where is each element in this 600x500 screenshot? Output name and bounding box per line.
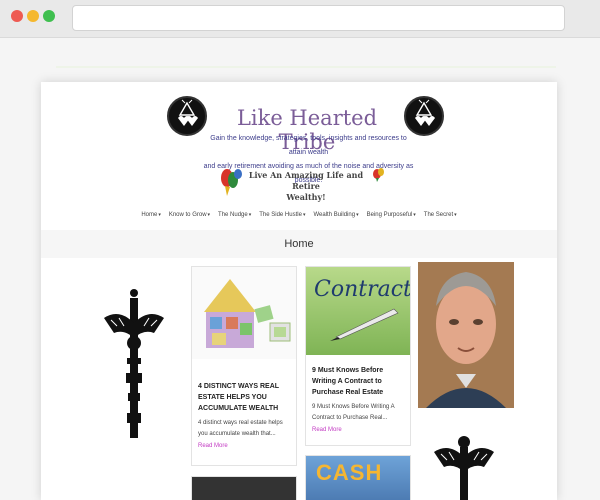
parrot-right-icon <box>371 166 387 187</box>
chevron-down-icon: ▾ <box>454 212 457 218</box>
nav-label: Know to Grow <box>168 212 207 218</box>
post-card-partial[interactable] <box>191 476 297 500</box>
chevron-down-icon: ▾ <box>158 212 161 218</box>
nav-item-wealth-building[interactable]: Wealth Building▾ <box>313 212 358 226</box>
post-excerpt: 9 Must Knows Before Writing A Contract t… <box>312 404 395 421</box>
browser-toolbar <box>0 0 600 38</box>
chevron-down-icon: ▾ <box>413 212 416 218</box>
nav-item-the-nudge[interactable]: The Nudge▾ <box>218 212 251 226</box>
read-more-link[interactable]: Read More <box>306 427 410 433</box>
maximize-window-button[interactable] <box>43 10 55 22</box>
post-card[interactable]: Contract. 9 Must Knows Before Writing A … <box>305 266 411 446</box>
motto-line-1: Live An Amazing Life and Retire <box>248 170 364 191</box>
puzzle-house-image[interactable] <box>192 267 296 359</box>
post-card-partial[interactable]: CASH <box>305 455 411 500</box>
nav-label: The Nudge <box>218 212 248 218</box>
author-photo <box>418 262 514 408</box>
nav-label: The Secret <box>423 212 454 218</box>
motto-line-2: Wealthy! <box>286 192 326 202</box>
minimize-window-button[interactable] <box>27 10 39 22</box>
tagline-line-1: Gain the knowledge, strategies, tools, i… <box>210 135 407 156</box>
nav-item-know-to-grow[interactable]: Know to Grow▾ <box>169 212 210 226</box>
totem-pole-image <box>99 288 169 453</box>
tribe-logo-left-icon[interactable] <box>167 96 207 136</box>
nav-label: The Side Hustle <box>259 212 302 218</box>
page-top-divider <box>56 66 556 68</box>
post-title[interactable]: 4 DISTINCT WAYS REAL ESTATE HELPS YOU AC… <box>192 381 296 414</box>
motto: Live An Amazing Life and Retire Wealthy! <box>241 170 371 203</box>
post-card[interactable]: 4 DISTINCT WAYS REAL ESTATE HELPS YOU AC… <box>191 266 297 466</box>
nav-item-the-side-hustle[interactable]: The Side Hustle▾ <box>259 212 305 226</box>
post-excerpt: 4 distinct ways real estate helps you ac… <box>198 420 283 437</box>
chevron-down-icon: ▾ <box>248 212 252 218</box>
nav-item-being-purposeful[interactable]: Being Purposeful▾ <box>367 212 416 226</box>
nav-label: Wealth Building <box>313 212 356 218</box>
chevron-down-icon: ▾ <box>207 212 211 218</box>
nav-item-the-secret[interactable]: The Secret▾ <box>424 212 457 226</box>
cash-image-text: CASH <box>316 460 383 485</box>
main-navigation: Home▾ Know to Grow▾ The Nudge▾ The Side … <box>41 212 557 226</box>
read-more-link[interactable]: Read More <box>192 443 296 449</box>
web-page: Like Hearted Tribe Gain the knowledge, s… <box>41 82 557 500</box>
tribe-logo-right-icon[interactable] <box>404 96 444 136</box>
contract-image[interactable]: Contract. <box>306 267 410 355</box>
address-bar[interactable] <box>72 5 565 31</box>
post-title[interactable]: 9 Must Knows Before Writing A Contract t… <box>306 365 410 398</box>
nav-label: Being Purposeful <box>366 212 413 218</box>
page-title: Home <box>41 230 557 258</box>
nav-item-home[interactable]: Home▾ <box>141 212 161 226</box>
chevron-down-icon: ▾ <box>302 212 306 218</box>
close-window-button[interactable] <box>11 10 23 22</box>
nav-label: Home <box>141 212 158 218</box>
totem-pole-image-right <box>429 422 499 500</box>
chevron-down-icon: ▾ <box>356 212 359 218</box>
